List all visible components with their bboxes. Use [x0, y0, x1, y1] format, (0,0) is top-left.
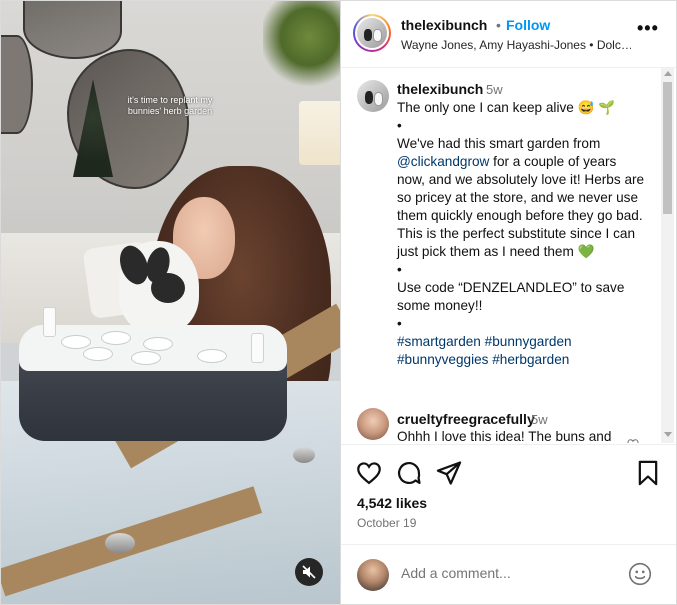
scene-garden-pod: [61, 335, 91, 349]
commenter-avatar[interactable]: [357, 408, 389, 440]
post-side-panel: thelexibunch • Follow Wayne Jones, Amy H…: [341, 1, 676, 604]
scroll-up-arrow-icon[interactable]: [664, 71, 672, 76]
bookmark-icon-glyph: [638, 460, 658, 486]
avatar-bunny-dark: [364, 28, 372, 41]
comments-scrollbar[interactable]: [661, 68, 674, 443]
caption-paragraph-prefix: We've had this smart garden from: [397, 136, 601, 151]
hashtag-links[interactable]: #smartgarden #bunnygarden: [397, 333, 647, 351]
scene-garden-pod: [143, 337, 173, 351]
author-avatar[interactable]: [353, 14, 391, 52]
emoji-icon[interactable]: [627, 561, 653, 587]
post-dialog: it's time to replant my bunnies' herb ga…: [0, 0, 677, 605]
scene-table-knob: [293, 447, 315, 463]
scene-lamp: [299, 101, 340, 165]
comments-list[interactable]: thelexibunch 5w The only one I can keep …: [341, 68, 659, 443]
bookmark-icon[interactable]: [634, 459, 662, 487]
share-icon[interactable]: [435, 459, 463, 487]
comment-time[interactable]: 5w: [531, 412, 548, 427]
current-user-avatar[interactable]: [357, 559, 389, 591]
heart-icon[interactable]: [355, 459, 383, 487]
avatar-bunny-light: [373, 92, 384, 106]
speaker-muted-icon[interactable]: [295, 558, 323, 586]
post-header: thelexibunch • Follow Wayne Jones, Amy H…: [341, 1, 676, 68]
caption-paragraph-suffix: for a couple of years now, and we absolu…: [397, 154, 645, 259]
scene-table-knob: [105, 533, 135, 553]
comment-input[interactable]: [401, 565, 611, 581]
follow-button[interactable]: Follow: [506, 17, 550, 33]
caption-bullet: •: [397, 316, 402, 331]
header-separator: •: [496, 17, 501, 33]
caption-bullet: •: [397, 118, 402, 133]
caption-bullet: •: [397, 262, 402, 277]
heart-icon-glyph: [357, 462, 381, 485]
scene-bunny-spot: [151, 273, 185, 303]
scene-garden-pod-cap: [43, 307, 56, 337]
post-date[interactable]: October 19: [357, 516, 416, 530]
hashtag-links[interactable]: #bunnyveggies #herbgarden: [397, 351, 647, 369]
caption-username[interactable]: thelexibunch: [397, 81, 483, 97]
scene-garden-pod: [197, 349, 227, 363]
mention-link[interactable]: @clickandgrow: [397, 154, 489, 169]
speaker-muted-icon-glyph: [302, 565, 316, 579]
post-actions: 4,542 likes October 19: [341, 444, 676, 545]
avatar-bunny-dark: [364, 91, 373, 104]
avatar-bunny-light: [372, 29, 382, 43]
video-overlay-text: it's time to replant my bunnies' herb ga…: [127, 95, 213, 116]
scene-plant: [263, 1, 340, 91]
comment-like-icon-glyph: [627, 439, 639, 443]
scene-mirror: [1, 35, 33, 134]
caption-text: The only one I can keep alive 😅 🌱 • We'v…: [397, 99, 647, 369]
collaborators-audio-text[interactable]: Wayne Jones, Amy Hayashi-Jones • Dolc…: [401, 38, 631, 52]
scene-garden-pod: [131, 351, 161, 365]
scroll-down-arrow-icon[interactable]: [664, 432, 672, 437]
author-avatar-inner: [355, 16, 389, 50]
post-video[interactable]: it's time to replant my bunnies' herb ga…: [1, 1, 340, 604]
scene-garden-pod: [83, 347, 113, 361]
scene-mirror: [23, 1, 122, 59]
more-options-icon[interactable]: •••: [637, 19, 658, 41]
caption-paragraph: We've had this smart garden from @clicka…: [397, 135, 647, 261]
scrollbar-thumb[interactable]: [663, 82, 672, 214]
commenter-username[interactable]: crueltyfreegracefully: [397, 411, 535, 427]
caption-avatar[interactable]: [357, 80, 389, 112]
emoji-icon-glyph: [628, 562, 652, 586]
caption-time[interactable]: 5w: [486, 82, 503, 97]
author-username[interactable]: thelexibunch: [401, 17, 487, 33]
caption-paragraph: Use code “DENZELANDLEO” to save some mon…: [397, 280, 625, 313]
author-avatar-image: [357, 18, 387, 48]
scene-garden-pod-cap: [251, 333, 264, 363]
comment-text: Ohhh I love this idea! The buns and: [397, 429, 612, 443]
scene-garden-pod: [101, 331, 131, 345]
share-icon-glyph: [436, 461, 462, 485]
comment-icon[interactable]: [395, 459, 423, 487]
caption-line: The only one I can keep alive 😅 🌱: [397, 100, 616, 115]
comment-like-icon[interactable]: [627, 438, 639, 443]
likes-count[interactable]: 4,542 likes: [357, 495, 427, 511]
add-comment-bar: [341, 544, 676, 604]
comment-icon-glyph: [397, 461, 421, 485]
